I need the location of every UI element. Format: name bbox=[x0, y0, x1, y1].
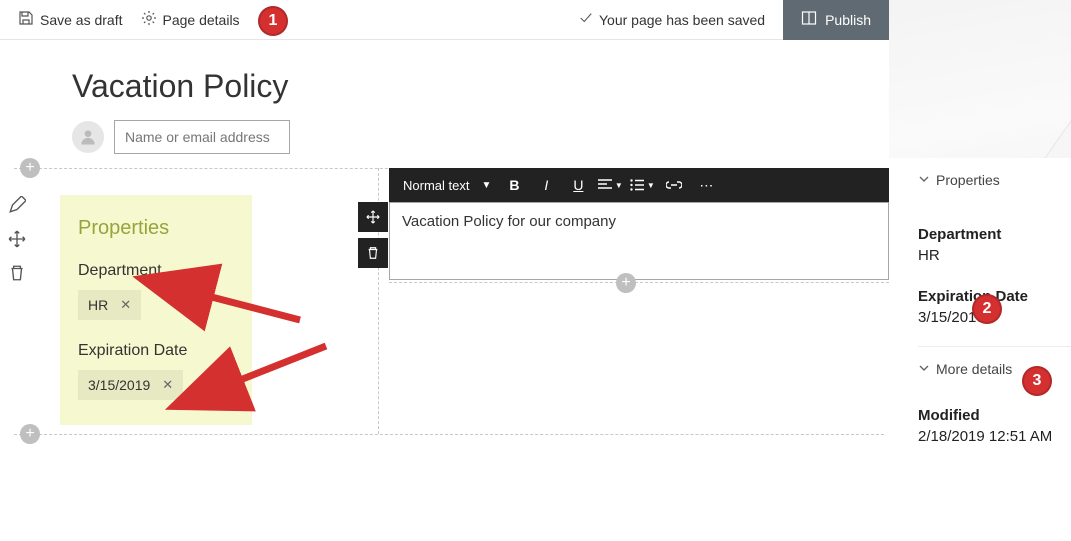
sidebar-section-properties[interactable]: Properties bbox=[918, 158, 1071, 198]
prop-dept-label: Department bbox=[78, 262, 234, 280]
webpart-side-controls bbox=[358, 202, 388, 274]
annotation-arrow bbox=[190, 280, 310, 335]
sidebar-modified-label: Modified bbox=[918, 397, 1071, 424]
page-details-button[interactable]: Page details bbox=[141, 10, 240, 29]
prop-exp-label: Expiration Date bbox=[78, 342, 234, 360]
text-webpart: Normal text ▼ B I U ▼ ▼ ⋯ Vacation Polic… bbox=[389, 168, 889, 283]
page-title[interactable]: Vacation Policy bbox=[72, 68, 288, 105]
top-bar: Save as draft Page details Your page has… bbox=[0, 0, 889, 40]
sidebar-section-more-label: More details bbox=[936, 361, 1012, 377]
gear-icon bbox=[141, 10, 157, 29]
topbar-right: Your page has been saved Publish bbox=[579, 0, 889, 39]
chevron-down-icon bbox=[918, 172, 930, 188]
add-section-button[interactable]: + bbox=[20, 424, 40, 444]
avatar-icon bbox=[72, 121, 104, 153]
author-input[interactable] bbox=[114, 120, 290, 154]
sidebar-dept-value: HR bbox=[918, 243, 1071, 278]
save-as-draft-label: Save as draft bbox=[40, 12, 123, 28]
page-details-label: Page details bbox=[163, 12, 240, 28]
add-webpart-button[interactable]: + bbox=[616, 273, 636, 293]
sidebar-section-properties-label: Properties bbox=[936, 172, 1000, 188]
save-icon bbox=[18, 10, 34, 29]
thumbnail-panel bbox=[889, 0, 1071, 158]
sidebar-dept-label: Department bbox=[918, 216, 1071, 243]
page-canvas: Vacation Policy + + Properties Departmen… bbox=[24, 40, 889, 541]
underline-button[interactable]: U bbox=[563, 168, 593, 202]
section-divider bbox=[389, 282, 889, 283]
delete-webpart-button[interactable] bbox=[358, 238, 388, 268]
italic-button[interactable]: I bbox=[531, 168, 561, 202]
section-divider bbox=[14, 434, 884, 435]
chevron-down-icon: ▼ bbox=[481, 180, 491, 191]
align-button[interactable]: ▼ bbox=[595, 168, 625, 202]
close-icon[interactable]: ✕ bbox=[162, 377, 173, 393]
publish-icon bbox=[801, 10, 817, 29]
bold-button[interactable]: B bbox=[499, 168, 529, 202]
page-saved-status: Your page has been saved bbox=[579, 11, 783, 28]
save-as-draft-button[interactable]: Save as draft bbox=[18, 10, 123, 29]
annotation-badge: 2 bbox=[972, 294, 1002, 324]
details-sidebar: Properties Department HR Expiration Date… bbox=[918, 158, 1071, 541]
list-button[interactable]: ▼ bbox=[627, 168, 657, 202]
editor-toolbar: Normal text ▼ B I U ▼ ▼ ⋯ bbox=[389, 168, 889, 202]
publish-button[interactable]: Publish bbox=[783, 0, 889, 40]
editor-textarea[interactable]: Vacation Policy for our company bbox=[389, 202, 889, 280]
annotation-arrow bbox=[218, 340, 338, 405]
more-button[interactable]: ⋯ bbox=[691, 168, 721, 202]
link-button[interactable] bbox=[659, 168, 689, 202]
chevron-down-icon: ▼ bbox=[647, 181, 655, 190]
editor-content: Vacation Policy for our company bbox=[402, 213, 616, 230]
page-saved-label: Your page has been saved bbox=[599, 12, 765, 28]
topbar-left: Save as draft Page details bbox=[0, 10, 240, 29]
annotation-badge: 3 bbox=[1022, 366, 1052, 396]
publish-label: Publish bbox=[825, 12, 871, 28]
close-icon[interactable]: ✕ bbox=[120, 297, 131, 313]
chevron-down-icon bbox=[918, 361, 930, 377]
annotation-badge: 1 bbox=[258, 6, 288, 36]
text-style-label: Normal text bbox=[403, 178, 469, 193]
sidebar-more-block: Modified 2/18/2019 12:51 AM bbox=[918, 387, 1071, 459]
prop-dept-tag[interactable]: HR ✕ bbox=[78, 290, 141, 320]
check-icon bbox=[579, 11, 593, 28]
prop-exp-tag[interactable]: 3/15/2019 ✕ bbox=[78, 370, 183, 400]
sidebar-modified-value: 2/18/2019 12:51 AM bbox=[918, 424, 1071, 459]
author-row bbox=[72, 120, 290, 154]
move-webpart-button[interactable] bbox=[358, 202, 388, 232]
properties-webpart-title: Properties bbox=[78, 217, 234, 240]
chevron-down-icon: ▼ bbox=[615, 181, 623, 190]
add-section-button[interactable]: + bbox=[20, 158, 40, 178]
prop-dept-value: HR bbox=[88, 297, 108, 313]
prop-exp-value: 3/15/2019 bbox=[88, 377, 150, 393]
text-style-dropdown[interactable]: Normal text ▼ bbox=[397, 178, 497, 193]
